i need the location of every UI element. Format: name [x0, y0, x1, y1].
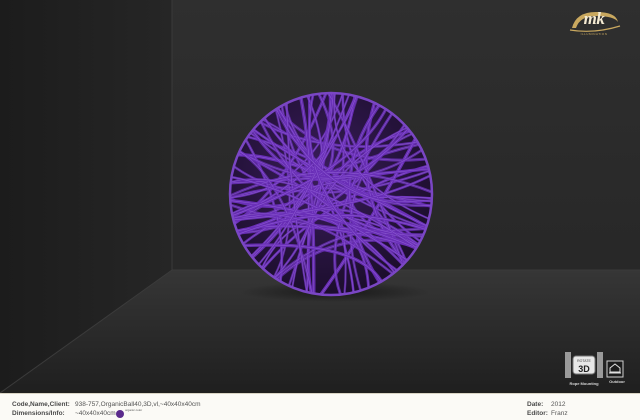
svg-text:3D: 3D	[578, 364, 590, 374]
outdoor-label: Outdoor	[609, 379, 625, 384]
logo-subtitle: ILLUMINATION	[580, 32, 608, 36]
logo-text: mk	[583, 9, 605, 28]
color-swatch	[116, 410, 124, 418]
svg-text:ROTATE: ROTATE	[577, 359, 591, 363]
room-scene	[0, 0, 640, 393]
rope-mounting-3d-icon: ROTATE 3D	[565, 352, 603, 378]
editor-value: Franz	[551, 410, 568, 417]
product-info-bar: Code,Name,Client: 938-757,OrganicBall40,…	[0, 393, 640, 420]
brand-logo: mk ILLUMINATION	[566, 8, 622, 38]
dimensions-value: ~40x40x40cm	[75, 410, 116, 417]
rope-mounting-button[interactable]: ROTATE 3D Rope Mounting	[563, 350, 605, 387]
outdoor-button[interactable]: Outdoor	[606, 350, 628, 385]
rope-mounting-label: Rope Mounting	[569, 381, 599, 386]
outdoor-icon	[606, 360, 624, 378]
color-swatch-label: organic color	[125, 408, 143, 412]
editor-label: Editor:	[527, 410, 548, 417]
product-viewer[interactable]: mk ILLUMINATION ROTATE 3D Rope Mounting …	[0, 0, 640, 393]
dimensions-label: Dimensions/Info:	[12, 410, 65, 417]
